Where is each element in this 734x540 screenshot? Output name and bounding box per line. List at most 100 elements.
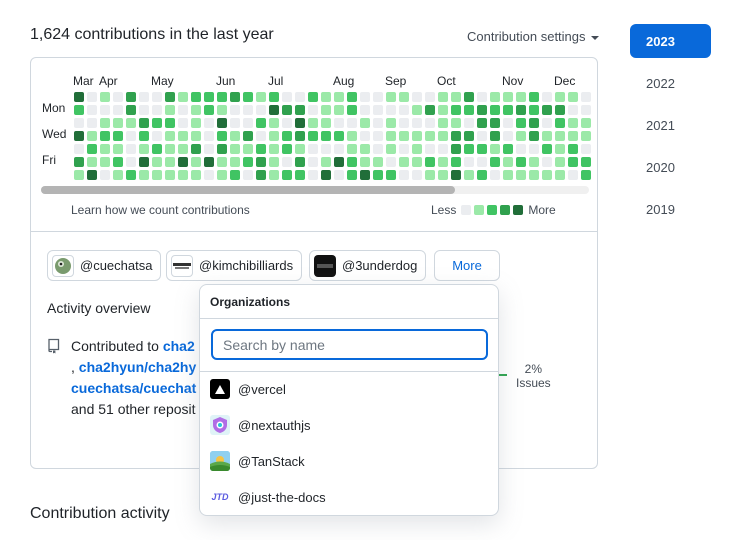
contribution-day-cell[interactable]: [568, 92, 578, 102]
contribution-day-cell[interactable]: [191, 92, 201, 102]
contribution-day-cell[interactable]: [113, 92, 123, 102]
contribution-day-cell[interactable]: [477, 92, 487, 102]
contribution-day-cell[interactable]: [295, 105, 305, 115]
contribution-day-cell[interactable]: [152, 92, 162, 102]
contribution-day-cell[interactable]: [347, 105, 357, 115]
contribution-day-cell[interactable]: [373, 157, 383, 167]
contribution-day-cell[interactable]: [295, 92, 305, 102]
contribution-day-cell[interactable]: [555, 118, 565, 128]
contribution-day-cell[interactable]: [87, 118, 97, 128]
contribution-day-cell[interactable]: [334, 105, 344, 115]
contribution-day-cell[interactable]: [230, 105, 240, 115]
contribution-day-cell[interactable]: [477, 105, 487, 115]
contribution-day-cell[interactable]: [165, 170, 175, 180]
contribution-day-cell[interactable]: [438, 92, 448, 102]
contribution-day-cell[interactable]: [360, 105, 370, 115]
org-filter-3underdog[interactable]: @3underdog: [309, 250, 427, 281]
contribution-day-cell[interactable]: [542, 144, 552, 154]
contribution-day-cell[interactable]: [178, 92, 188, 102]
contribution-day-cell[interactable]: [347, 131, 357, 141]
contribution-day-cell[interactable]: [204, 118, 214, 128]
contribution-day-cell[interactable]: [152, 118, 162, 128]
contribution-day-cell[interactable]: [516, 170, 526, 180]
contribution-day-cell[interactable]: [555, 131, 565, 141]
contribution-day-cell[interactable]: [139, 157, 149, 167]
contribution-day-cell[interactable]: [425, 118, 435, 128]
contribution-day-cell[interactable]: [269, 105, 279, 115]
contribution-day-cell[interactable]: [74, 131, 84, 141]
contribution-day-cell[interactable]: [373, 105, 383, 115]
contribution-day-cell[interactable]: [412, 157, 422, 167]
contribution-day-cell[interactable]: [74, 157, 84, 167]
contribution-day-cell[interactable]: [126, 170, 136, 180]
scrollbar-thumb[interactable]: [41, 186, 455, 194]
contribution-day-cell[interactable]: [217, 144, 227, 154]
contribution-day-cell[interactable]: [399, 118, 409, 128]
contribution-day-cell[interactable]: [386, 144, 396, 154]
contribution-day-cell[interactable]: [191, 105, 201, 115]
contribution-day-cell[interactable]: [152, 144, 162, 154]
contribution-day-cell[interactable]: [152, 157, 162, 167]
contribution-day-cell[interactable]: [386, 131, 396, 141]
contribution-day-cell[interactable]: [373, 131, 383, 141]
contribution-day-cell[interactable]: [425, 105, 435, 115]
contribution-day-cell[interactable]: [373, 92, 383, 102]
contribution-day-cell[interactable]: [178, 144, 188, 154]
contribution-day-cell[interactable]: [282, 105, 292, 115]
contribution-day-cell[interactable]: [321, 170, 331, 180]
org-item-just-the-docs[interactable]: JTD @just-the-docs: [200, 479, 498, 515]
contribution-day-cell[interactable]: [347, 144, 357, 154]
contribution-day-cell[interactable]: [139, 105, 149, 115]
contribution-day-cell[interactable]: [438, 157, 448, 167]
contribution-day-cell[interactable]: [230, 131, 240, 141]
contribution-day-cell[interactable]: [464, 144, 474, 154]
contribution-day-cell[interactable]: [282, 118, 292, 128]
contribution-day-cell[interactable]: [87, 92, 97, 102]
contribution-day-cell[interactable]: [126, 92, 136, 102]
contribution-day-cell[interactable]: [334, 92, 344, 102]
contribution-day-cell[interactable]: [139, 118, 149, 128]
contribution-day-cell[interactable]: [126, 118, 136, 128]
contribution-day-cell[interactable]: [74, 144, 84, 154]
contribution-day-cell[interactable]: [503, 170, 513, 180]
contribution-day-cell[interactable]: [165, 157, 175, 167]
graph-scrollbar[interactable]: [41, 186, 589, 194]
repo-link[interactable]: cuechatsa/cuechat: [71, 380, 196, 396]
contribution-day-cell[interactable]: [191, 131, 201, 141]
contribution-day-cell[interactable]: [555, 157, 565, 167]
contribution-day-cell[interactable]: [529, 131, 539, 141]
contribution-day-cell[interactable]: [490, 170, 500, 180]
contribution-day-cell[interactable]: [464, 92, 474, 102]
contribution-day-cell[interactable]: [139, 92, 149, 102]
contribution-day-cell[interactable]: [477, 170, 487, 180]
contribution-day-cell[interactable]: [165, 105, 175, 115]
contribution-day-cell[interactable]: [334, 144, 344, 154]
contribution-day-cell[interactable]: [451, 170, 461, 180]
contribution-day-cell[interactable]: [217, 118, 227, 128]
contribution-day-cell[interactable]: [217, 105, 227, 115]
contribution-day-cell[interactable]: [542, 92, 552, 102]
contribution-day-cell[interactable]: [581, 118, 591, 128]
contribution-day-cell[interactable]: [243, 157, 253, 167]
contribution-day-cell[interactable]: [113, 105, 123, 115]
contribution-day-cell[interactable]: [282, 92, 292, 102]
contribution-day-cell[interactable]: [217, 92, 227, 102]
contribution-day-cell[interactable]: [542, 105, 552, 115]
contribution-day-cell[interactable]: [386, 157, 396, 167]
contribution-day-cell[interactable]: [386, 92, 396, 102]
contribution-day-cell[interactable]: [516, 144, 526, 154]
contribution-day-cell[interactable]: [555, 105, 565, 115]
contribution-day-cell[interactable]: [477, 144, 487, 154]
contribution-day-cell[interactable]: [503, 92, 513, 102]
more-orgs-button[interactable]: More: [434, 250, 500, 281]
contribution-day-cell[interactable]: [87, 170, 97, 180]
contribution-day-cell[interactable]: [100, 105, 110, 115]
contribution-day-cell[interactable]: [438, 170, 448, 180]
contribution-day-cell[interactable]: [399, 131, 409, 141]
contribution-day-cell[interactable]: [308, 105, 318, 115]
contribution-day-cell[interactable]: [126, 157, 136, 167]
contribution-day-cell[interactable]: [87, 131, 97, 141]
contribution-day-cell[interactable]: [399, 92, 409, 102]
contribution-day-cell[interactable]: [282, 131, 292, 141]
contribution-day-cell[interactable]: [217, 157, 227, 167]
